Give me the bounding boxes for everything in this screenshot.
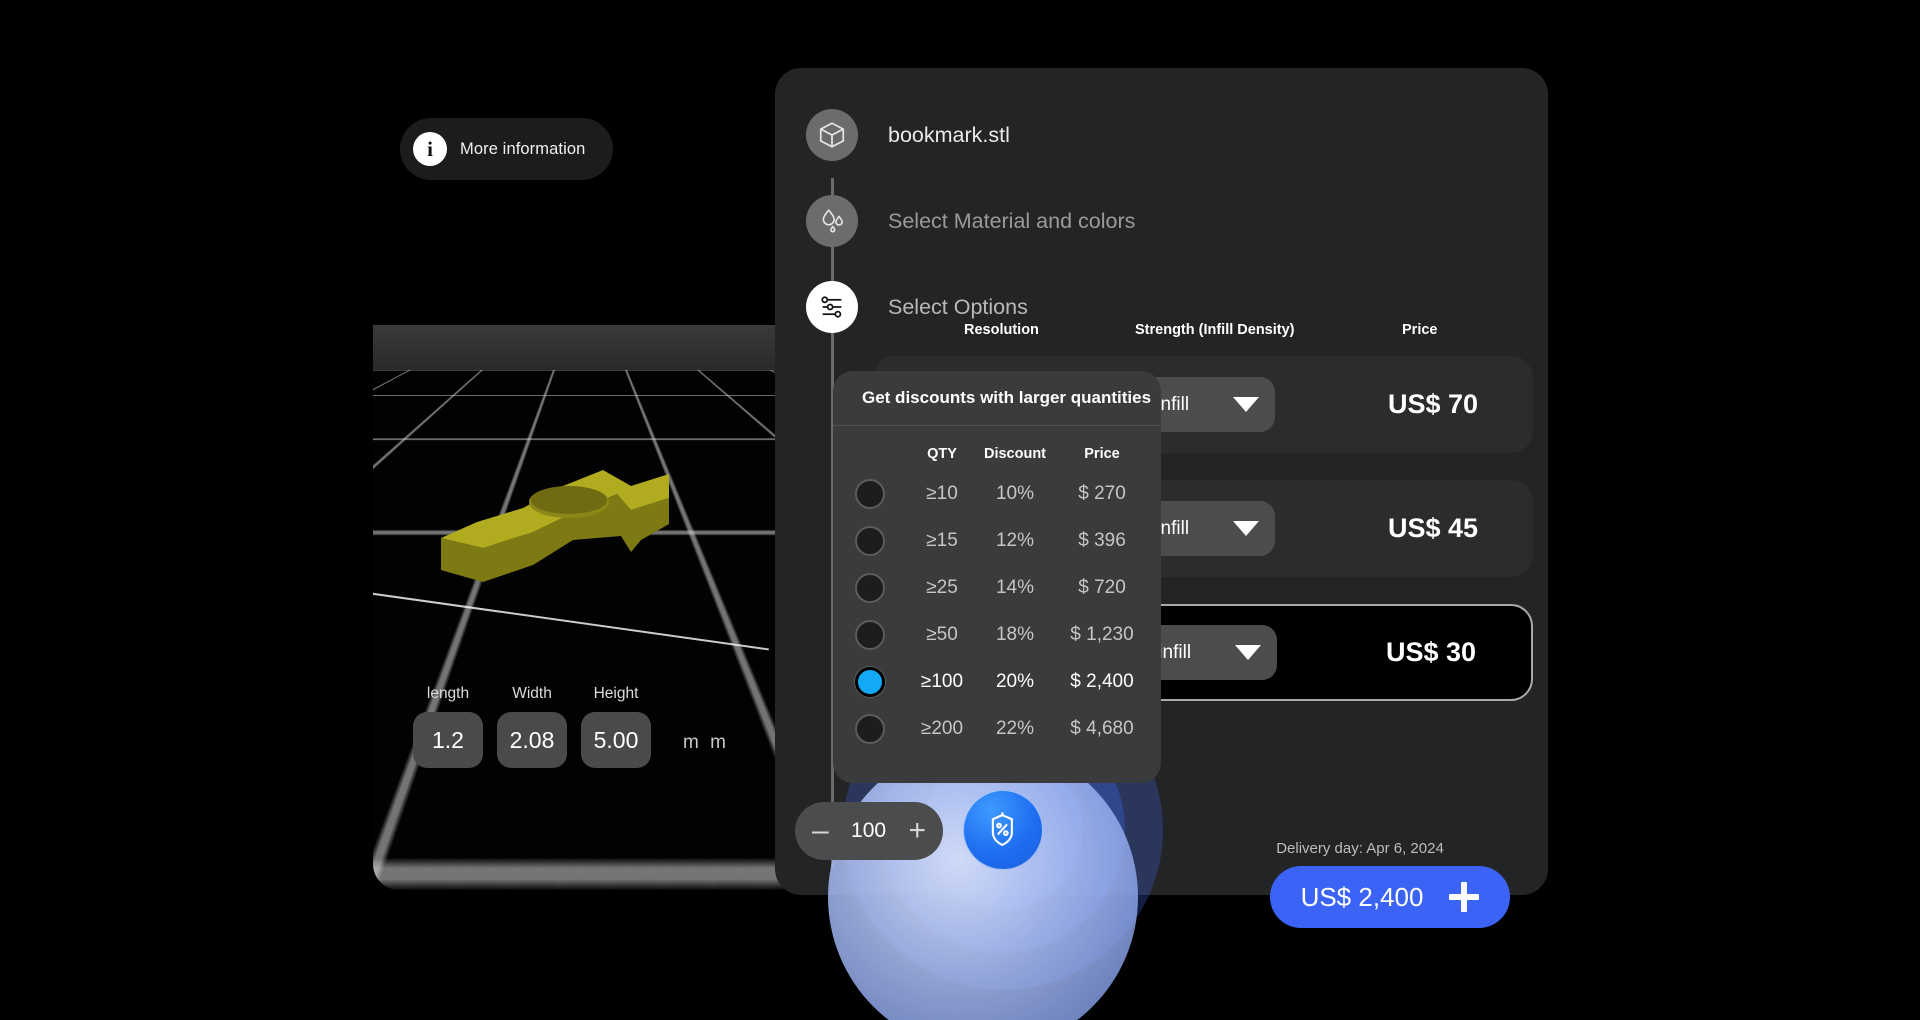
discount-row[interactable]: ≥200 22% $ 4,680 [833, 705, 1161, 752]
discount-tag-icon-button[interactable] [963, 790, 1043, 870]
discount-row[interactable]: ≥50 18% $ 1,230 [833, 611, 1161, 658]
discount-row[interactable]: ≥10 10% $ 270 [833, 470, 1161, 517]
app-root: i More information length 1.2 Width 2.08… [0, 0, 1920, 1020]
step-list: bookmark.stl Select Material and colors [775, 68, 1548, 346]
discount-row[interactable]: ≥15 12% $ 396 [833, 517, 1161, 564]
discount-price: $ 396 [1078, 529, 1126, 551]
discount-row[interactable]: ≥25 14% $ 720 [833, 564, 1161, 611]
discount-pct: 20% [995, 670, 1035, 692]
option-price: US$ 70 [1387, 389, 1479, 419]
discount-radio[interactable] [855, 525, 885, 556]
discount-row-selected[interactable]: ≥100 20% $ 2,400 [833, 658, 1161, 705]
discount-tag-icon [991, 812, 1013, 847]
column-header-strength: Strength (Infill Density) [1135, 322, 1295, 338]
quantity-stepper[interactable]: – 100 + [795, 802, 943, 860]
discount-qty: ≥25 [926, 576, 958, 598]
dimension-length-input[interactable]: 1.2 [413, 712, 483, 768]
discount-radio[interactable] [855, 478, 885, 509]
add-to-cart-button[interactable]: US$ 2,400 [1270, 866, 1510, 928]
discount-radio[interactable] [855, 619, 885, 650]
discount-popup: Get discounts with larger quantities QTY… [833, 371, 1161, 783]
dimension-width-label: Width [512, 685, 552, 702]
sliders-icon [806, 281, 858, 333]
discount-pct: 18% [995, 623, 1035, 645]
cart-total-price: US$ 2,400 [1300, 881, 1424, 912]
chevron-down-icon [1233, 397, 1259, 412]
discount-qty: ≥200 [920, 717, 964, 739]
discount-price: $ 1,230 [1070, 623, 1134, 645]
dimension-controls: length 1.2 Width 2.08 Height 5.00 m m [413, 685, 729, 768]
option-column-headers: Resolution Strength (Infill Density) Pri… [775, 322, 1548, 346]
more-information-label: More information [460, 139, 586, 158]
discount-radio[interactable] [855, 572, 885, 603]
plus-icon [1449, 882, 1480, 912]
discount-qty: ≥10 [926, 482, 958, 504]
model-viewer[interactable]: i More information length 1.2 Width 2.08… [373, 70, 803, 890]
dimension-length: length 1.2 [413, 685, 483, 768]
delivery-date: Delivery day: Apr 6, 2024 [1276, 840, 1444, 857]
droplet-icon [806, 195, 858, 247]
discount-qty: ≥100 [920, 670, 964, 692]
dimension-length-label: length [426, 685, 470, 702]
column-header-resolution: Resolution [964, 322, 1039, 338]
chevron-down-icon [1233, 521, 1259, 536]
discount-header-discount: Discount [983, 446, 1047, 462]
discount-table: QTY Discount Price ≥10 10% $ 270 ≥15 12%… [833, 426, 1161, 752]
discount-pct: 22% [995, 717, 1035, 739]
dimension-width-input[interactable]: 2.08 [497, 712, 567, 768]
option-price: US$ 30 [1385, 637, 1477, 667]
discount-qty: ≥50 [926, 623, 958, 645]
discount-header-price: Price [1084, 446, 1120, 462]
quantity-increase-button[interactable]: + [908, 816, 926, 846]
dimension-height: Height 5.00 [581, 685, 651, 768]
discount-popup-title: Get discounts with larger quantities [833, 371, 1161, 426]
discount-pct: 12% [995, 529, 1035, 551]
discount-radio-selected[interactable] [855, 666, 885, 697]
dimension-width: Width 2.08 [497, 685, 567, 768]
step-file-label: bookmark.stl [888, 122, 1010, 147]
step-material-label: Select Material and colors [888, 208, 1136, 233]
discount-header-qty: QTY [927, 446, 957, 462]
discount-price: $ 270 [1078, 482, 1126, 504]
step-material[interactable]: Select Material and colors [775, 182, 1548, 260]
more-information-button[interactable]: i More information [400, 118, 614, 180]
cube-icon [806, 109, 858, 161]
step-options-label: Select Options [888, 294, 1028, 319]
discount-qty: ≥15 [926, 529, 958, 551]
chevron-down-icon [1235, 645, 1261, 660]
quantity-value: 100 [851, 819, 887, 842]
discount-radio[interactable] [855, 713, 885, 744]
discount-price: $ 4,680 [1070, 717, 1134, 739]
discount-table-header: QTY Discount Price [833, 438, 1161, 470]
dimension-height-input[interactable]: 5.00 [581, 712, 651, 768]
discount-pct: 14% [995, 576, 1035, 598]
step-file[interactable]: bookmark.stl [775, 96, 1548, 174]
dimension-unit-label: m m [683, 732, 729, 753]
option-price: US$ 45 [1387, 513, 1479, 543]
discount-price: $ 720 [1078, 576, 1126, 598]
discount-price: $ 2,400 [1070, 670, 1134, 692]
dimension-height-label: Height [593, 685, 639, 702]
info-icon: i [413, 132, 447, 166]
quantity-decrease-button[interactable]: – [812, 816, 829, 846]
discount-pct: 10% [995, 482, 1035, 504]
column-header-price: Price [1402, 322, 1438, 338]
